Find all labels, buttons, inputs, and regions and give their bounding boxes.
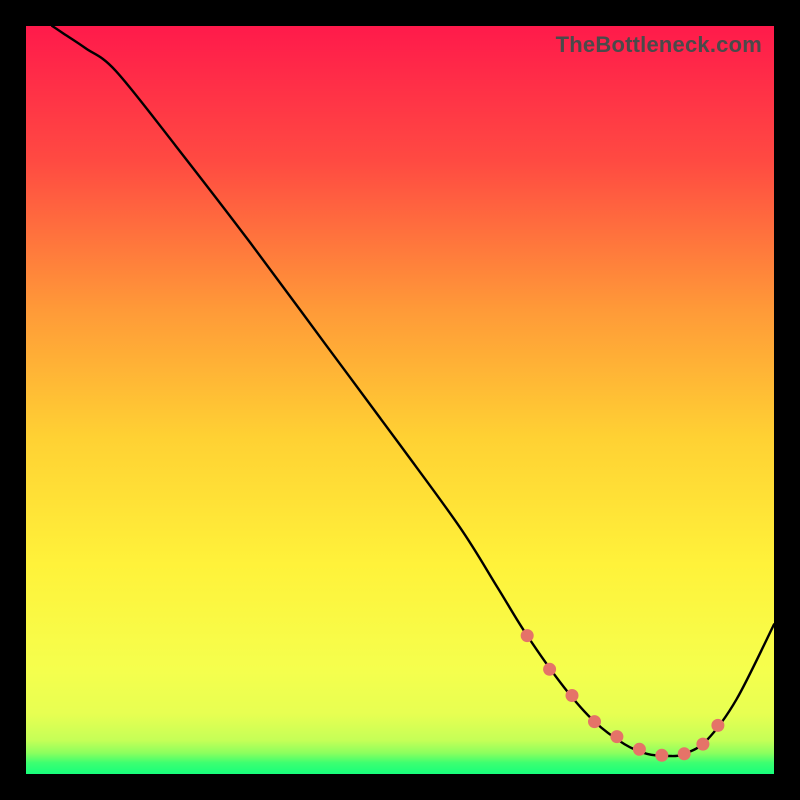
watermark-text: TheBottleneck.com — [556, 32, 762, 58]
plot-area: TheBottleneck.com — [26, 26, 774, 774]
highlight-dot — [633, 743, 646, 756]
highlight-dot — [655, 749, 668, 762]
highlight-dot — [543, 663, 556, 676]
highlight-dot — [566, 689, 579, 702]
chart-stage: TheBottleneck.com — [0, 0, 800, 800]
highlight-dot — [521, 629, 534, 642]
highlight-dot — [610, 730, 623, 743]
highlight-dot — [588, 715, 601, 728]
highlight-dot — [711, 719, 724, 732]
bottleneck-curve — [26, 26, 774, 774]
highlight-dot — [696, 738, 709, 751]
highlight-dot — [678, 747, 691, 760]
